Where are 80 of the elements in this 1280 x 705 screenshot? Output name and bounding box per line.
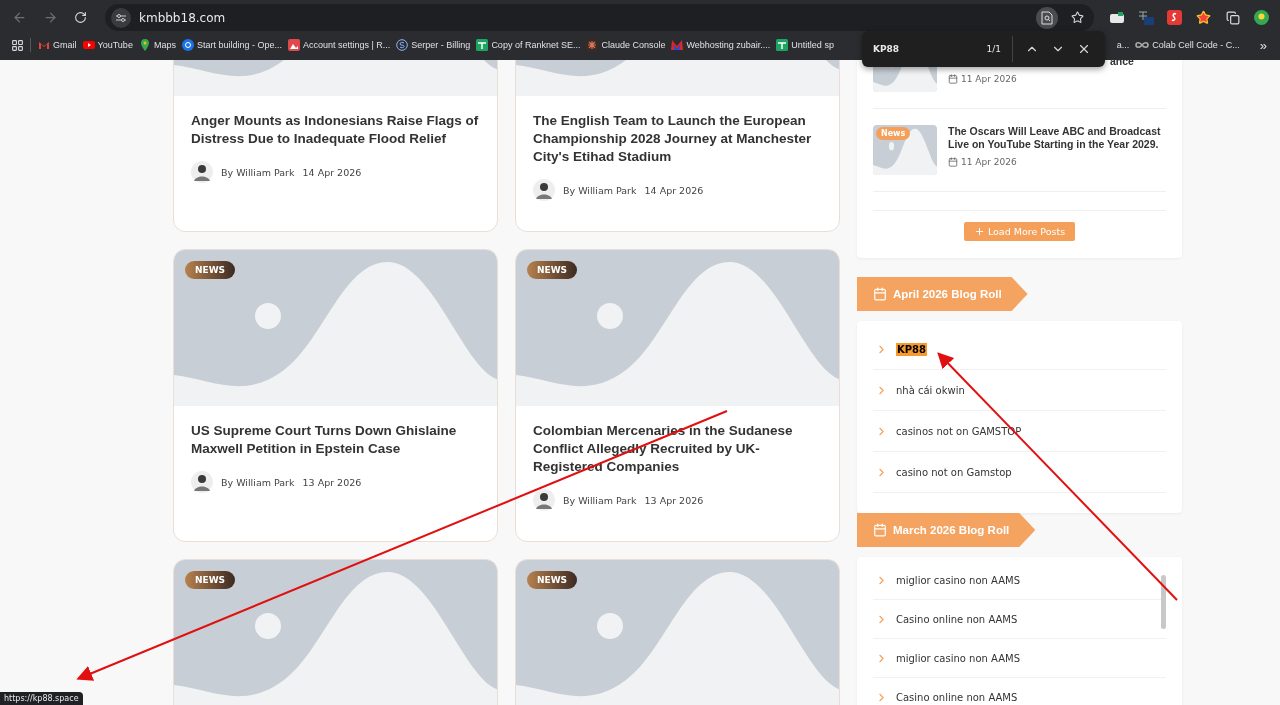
bookmark[interactable]: YouTube xyxy=(79,39,136,51)
author-name: By William Park xyxy=(221,166,295,178)
author-name: By William Park xyxy=(563,184,637,196)
post-date: 14 Apr 2026 xyxy=(644,184,704,196)
bookmark[interactable]: Maps xyxy=(135,39,179,51)
post-title[interactable]: ance xyxy=(1110,60,1134,68)
sheet-icon xyxy=(476,39,489,51)
m-logo-icon xyxy=(671,39,684,51)
post-card[interactable]: NEWS xyxy=(515,559,840,705)
post-date: 14 Apr 2026 xyxy=(302,166,362,178)
section-title: April 2026 Blog Roll xyxy=(893,288,1002,300)
post-card[interactable]: The English Team to Launch the European Championship 2028 Journey at Manchester City's Etihad Stadium By William Park 14 Apr 2026 xyxy=(515,60,840,232)
avatar-icon xyxy=(191,471,213,493)
address-bar[interactable]: kmbbb18.com xyxy=(105,4,1094,31)
post-date: 11 Apr 2026 xyxy=(961,74,1017,84)
link-status-url: https://kp88.space xyxy=(0,692,83,705)
blog-roll-link[interactable]: miglior casino non AAMS xyxy=(896,652,1020,664)
post-card[interactable]: Anger Mounts as Indonesians Raise Flags of Distress Due to Inadequate Flood Relief By William Park 14 Apr 2026 xyxy=(173,60,498,232)
avatar-icon xyxy=(533,179,555,201)
post-date: 13 Apr 2026 xyxy=(644,494,704,506)
calendar-icon xyxy=(873,523,887,537)
url-text: kmbbb18.com xyxy=(139,10,227,25)
forward-icon[interactable] xyxy=(43,10,58,25)
post-card[interactable]: NEWS xyxy=(173,559,498,705)
category-badge: NEWS xyxy=(527,571,578,589)
post-title[interactable]: The English Team to Launch the European Championship 2028 Journey at Manchester City's Etihad Stadium xyxy=(533,112,822,166)
more-bookmarks-button[interactable]: » xyxy=(1256,37,1270,53)
bookmark[interactable]: Untitled sp xyxy=(773,39,837,51)
post-date: 11 Apr 2026 xyxy=(961,157,1017,167)
section-title: March 2026 Blog Roll xyxy=(893,524,1010,536)
close-icon xyxy=(1077,42,1091,56)
bookmark[interactable]: Gmail xyxy=(35,39,80,51)
blog-roll-link[interactable]: miglior casino non AAMS xyxy=(896,574,1020,586)
find-query[interactable]: KP88 xyxy=(873,44,987,54)
placeholder-image xyxy=(873,125,937,175)
post-date: 13 Apr 2026 xyxy=(302,476,362,488)
blog-roll-link[interactable]: nhà cái okwin xyxy=(896,384,965,396)
map-pin-icon xyxy=(138,39,151,51)
site-settings-icon[interactable] xyxy=(111,7,131,28)
blog-roll-link[interactable]: Casino online non AAMS xyxy=(896,691,1018,703)
calendar-icon xyxy=(948,157,958,167)
s-circle-icon xyxy=(396,39,409,51)
mail-icon xyxy=(38,39,50,51)
back-icon[interactable] xyxy=(12,10,27,25)
bookmark[interactable]: Claude Console xyxy=(583,39,669,51)
bookmark[interactable]: Account settings | R... xyxy=(284,39,394,51)
bookmark[interactable]: a... xyxy=(1113,40,1133,50)
calendar-icon xyxy=(948,74,958,84)
post-title[interactable]: The Oscars Will Leave ABC and Broadcast Live on YouTube Starting in the Year 2029. xyxy=(948,125,1166,151)
bookmark[interactable]: Serper - Billing xyxy=(393,39,474,51)
avatar-icon xyxy=(191,161,213,183)
calendar-icon xyxy=(873,287,887,301)
blog-roll-link[interactable]: KP88 xyxy=(896,342,927,356)
post-card[interactable]: NEWS US Supreme Court Turns Down Ghislaine Maxwell Petition in Epstein Case By William Park 13 Apr 2026 xyxy=(173,249,498,542)
bookmark[interactable]: Colab Cell Code - C... xyxy=(1132,39,1243,51)
infinity-icon xyxy=(1135,39,1150,51)
plus-icon xyxy=(973,226,985,237)
find-in-page-icon[interactable] xyxy=(1036,6,1058,29)
author-name: By William Park xyxy=(221,476,295,488)
avatar-icon xyxy=(533,489,555,511)
post-title[interactable]: US Supreme Court Turns Down Ghislaine Maxwell Petition in Epstein Case xyxy=(191,422,480,458)
burst-icon xyxy=(586,39,599,51)
category-badge: NEWS xyxy=(527,261,578,279)
gear-icon xyxy=(181,39,194,51)
category-badge: NEWS xyxy=(185,261,236,279)
image-icon xyxy=(287,39,300,51)
bookmark[interactable]: Start building - Ope... xyxy=(178,39,285,51)
reload-icon[interactable] xyxy=(74,11,87,24)
bookmark[interactable]: Copy of Ranknet SE... xyxy=(473,39,584,51)
blog-roll-link[interactable]: Casino online non AAMS xyxy=(896,613,1018,625)
author-name: By William Park xyxy=(563,494,637,506)
category-badge: NEWS xyxy=(185,571,236,589)
bookmark[interactable]: Webhosting zubair.... xyxy=(668,39,774,51)
category-badge: News xyxy=(876,127,911,140)
post-title[interactable]: Anger Mounts as Indonesians Raise Flags of Distress Due to Inadequate Flood Relief xyxy=(191,112,480,148)
blog-roll-link[interactable]: casino not on Gamstop xyxy=(896,466,1012,478)
match-count: 1/1 xyxy=(986,36,1013,62)
scrollbar-thumb[interactable] xyxy=(1161,575,1166,629)
sheet-icon xyxy=(776,39,789,51)
play-icon xyxy=(82,39,95,51)
